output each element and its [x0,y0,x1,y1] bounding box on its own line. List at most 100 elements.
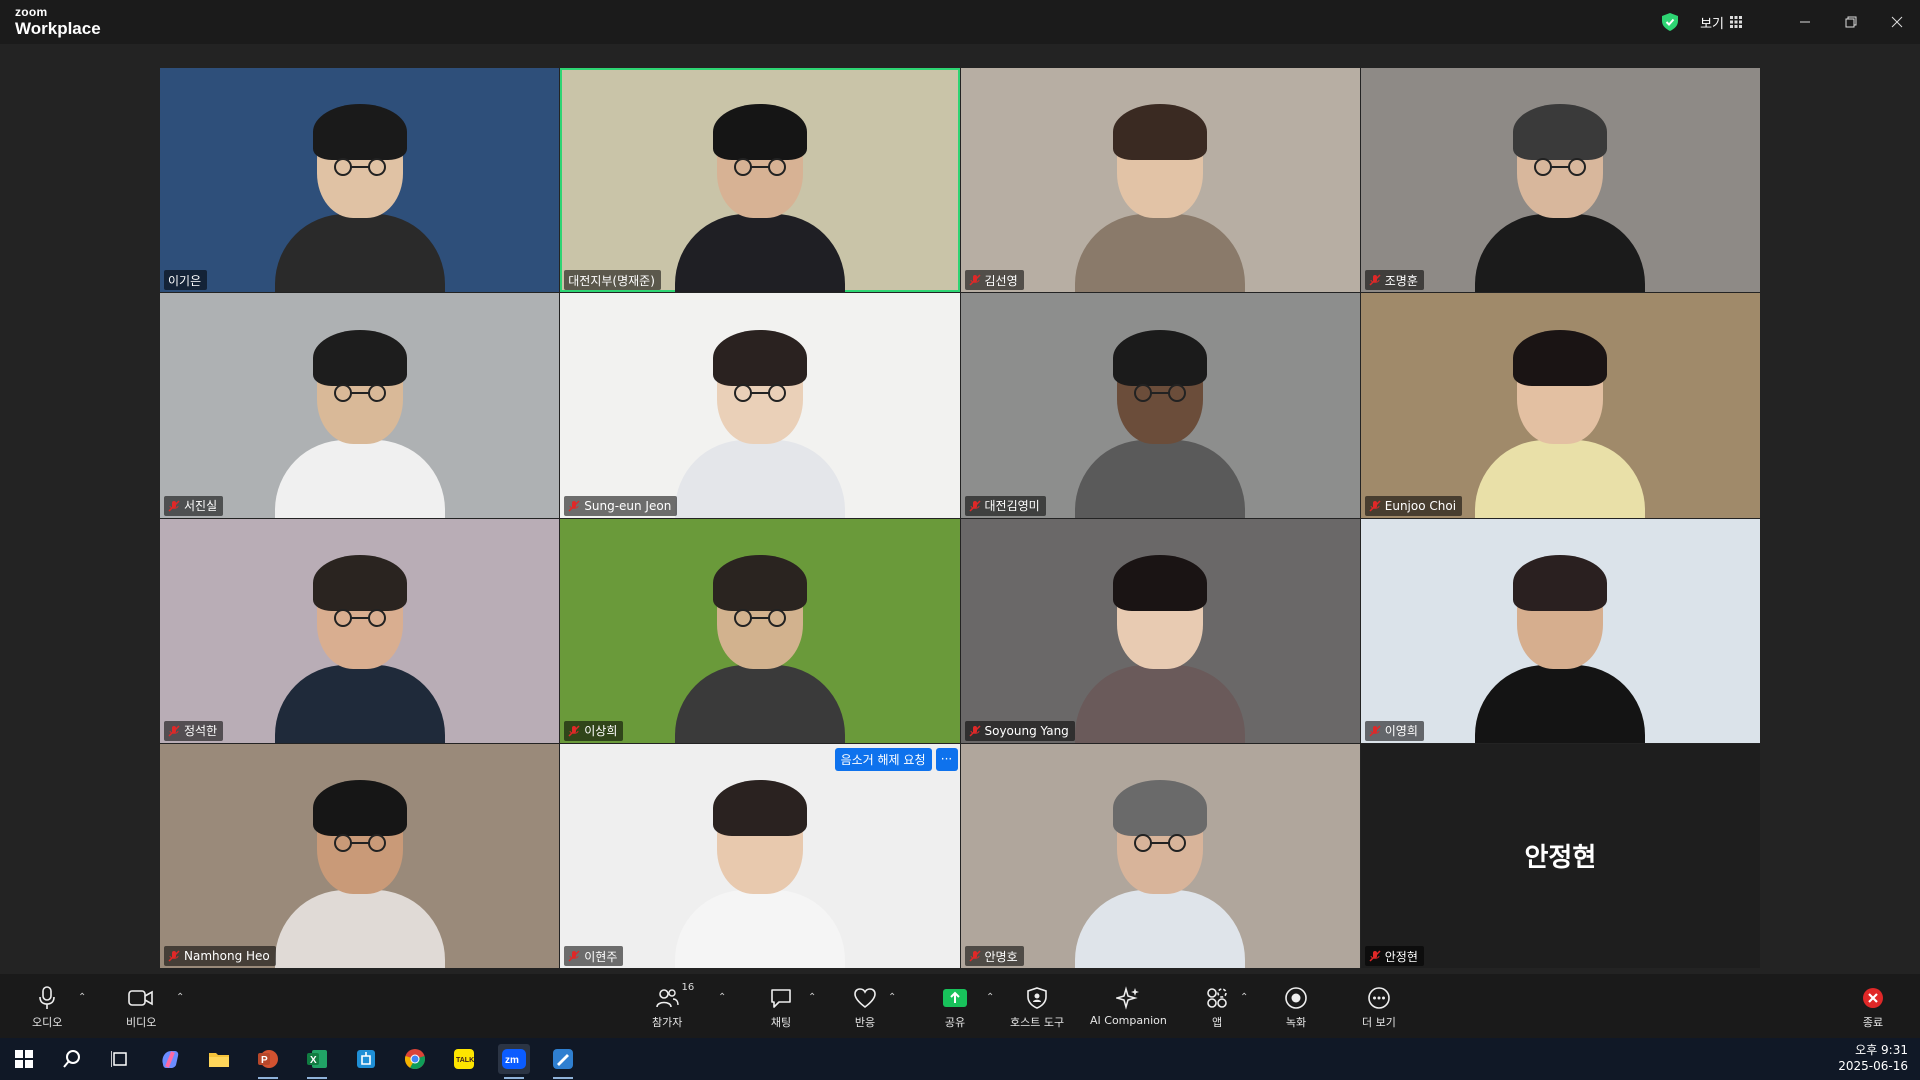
participant-video-silhouette [1075,318,1246,518]
taskbar-app-editor[interactable] [547,1044,579,1079]
minimize-icon [1800,21,1810,23]
participant-tile[interactable]: 이상희 [560,518,960,743]
participant-tile[interactable]: 조명훈 [1360,68,1760,293]
meeting-stage: 이기은 대전지부(명재준) 김선영 조명훈서진실 Sung-eun Jeon 대전김영미 E… [0,44,1920,974]
system-clock[interactable]: 오후 9:31 2025-06-16 [1838,1042,1908,1074]
end-meeting-button[interactable]: 종료 [1858,984,1888,1030]
apps-options-caret[interactable]: ⌃ [1240,992,1248,1003]
more-label: 더 보기 [1362,1016,1396,1029]
participant-video-silhouette [1075,92,1246,293]
participant-name: 대전지부(명재준) [568,273,655,288]
participant-name-tag: 조명훈 [1364,270,1424,291]
participant-video-silhouette [274,768,445,968]
ai-companion-button[interactable]: AI Companion [1090,984,1167,1027]
ai-companion-label: AI Companion [1090,1014,1167,1027]
participant-tile[interactable]: 이영희 [1360,518,1760,743]
participant-tile[interactable]: 안명호 [960,743,1360,968]
muted-mic-icon [1369,274,1381,286]
audio-button[interactable]: 오디오 [32,984,62,1030]
participants-label: 참가자 [652,1016,683,1029]
record-button[interactable]: 녹화 [1281,984,1311,1030]
participant-tile[interactable]: 대전김영미 [960,293,1360,518]
brand-bottom: Workplace [15,19,101,38]
reactions-label: 반응 [854,1016,876,1029]
taskbar-excel[interactable]: X [301,1044,333,1079]
taskbar-kakaotalk[interactable]: TALK [448,1044,480,1074]
taskbar-app-blue[interactable] [350,1044,382,1074]
chat-label: 채팅 [770,1016,792,1029]
participant-name: 서진실 [184,499,218,513]
ask-to-unmute-button[interactable]: 음소거 해제 요청 [834,747,932,771]
chat-button[interactable]: 채팅 [766,984,796,1030]
tile-more-options-button[interactable]: ··· [935,747,958,771]
host-shield-icon [1027,987,1047,1009]
participant-tile[interactable]: 서진실 [160,293,560,518]
muted-mic-icon [568,725,580,737]
apps-button[interactable]: 앱 [1202,984,1232,1030]
taskbar-chrome[interactable] [399,1044,431,1074]
participant-name-tag: 이현주 [564,946,624,966]
participant-tile[interactable]: 이기은 [160,68,560,293]
encryption-shield-icon[interactable] [1662,13,1679,31]
participant-video-silhouette [1475,318,1646,518]
copilot-icon [162,1051,179,1068]
participant-name: Namhong Heo [184,949,270,963]
participant-name: 정석한 [184,724,218,739]
participant-video-silhouette [674,318,845,518]
taskbar-powerpoint[interactable]: P [252,1044,284,1079]
zoom-logo: zoom Workplace [15,6,101,37]
share-button[interactable]: 공유 [940,984,970,1030]
windows-taskbar: P X TALK zm 오후 9:31 2025-06-16 [0,1038,1920,1080]
folder-icon [209,1053,229,1067]
participant-tile[interactable]: 김선영 [960,68,1360,293]
apps-label: 앱 [1211,1016,1223,1029]
share-label: 공유 [944,1016,966,1029]
participant-name: Soyoung Yang [984,723,1069,738]
chat-options-caret[interactable]: ⌃ [808,992,816,1003]
participant-tile[interactable]: 대전지부(명재준) [560,68,960,293]
muted-mic-icon [1369,950,1381,962]
participant-tile[interactable]: Soyoung Yang [960,518,1360,743]
app-icon [357,1050,375,1068]
close-button[interactable] [1874,0,1920,44]
participants-options-caret[interactable]: ⌃ [718,992,726,1003]
more-button[interactable]: 더 보기 [1362,984,1396,1030]
chat-icon [771,989,791,1008]
participant-tile[interactable]: Eunjoo Choi [1360,293,1760,518]
minimize-button[interactable] [1782,0,1828,44]
reactions-button[interactable]: 반응 [850,984,880,1030]
svg-text:zm: zm [505,1055,519,1066]
participant-tile[interactable]: Namhong Heo [160,743,560,968]
apps-icon [1207,988,1227,1008]
participants-button[interactable]: 16 참가자 [652,982,694,1030]
windows-start-button[interactable] [8,1044,40,1074]
participant-tile[interactable]: 안정현 안정현 [1360,743,1760,968]
meeting-toolbar: 오디오 ⌃ 비디오 ⌃ 16 참가자 ⌃ 채팅 ⌃ 반응 ⌃ 공유 ⌃ 호스트 … [0,974,1920,1038]
restore-button[interactable] [1828,0,1874,44]
taskbar-file-explorer[interactable] [203,1044,235,1074]
participant-tile[interactable]: 정석한 [160,518,560,743]
audio-options-caret[interactable]: ⌃ [78,992,86,1003]
participant-video-silhouette [1475,543,1646,743]
video-options-caret[interactable]: ⌃ [176,992,184,1003]
participant-tile[interactable]: Sung-eun Jeon [560,293,960,518]
muted-mic-icon [1369,725,1381,737]
view-button[interactable]: 보기 [1700,13,1742,32]
participant-tile[interactable]: 이현주 음소거 해제 요청 ··· [560,743,960,968]
taskbar-copilot[interactable] [154,1044,186,1074]
host-tools-button[interactable]: 호스트 도구 [1010,984,1064,1030]
reactions-options-caret[interactable]: ⌃ [888,992,896,1003]
share-screen-icon [943,989,967,1007]
taskbar-zoom[interactable]: zm [498,1044,530,1079]
search-button[interactable] [56,1044,88,1074]
share-options-caret[interactable]: ⌃ [986,992,994,1003]
participant-name: 이현주 [584,949,618,964]
muted-mic-icon [1369,499,1381,512]
task-view-button[interactable] [104,1044,136,1074]
heart-icon [854,988,876,1009]
end-call-icon [1863,988,1883,1008]
video-button[interactable]: 비디오 [126,984,156,1030]
participant-name-tag: 김선영 [964,270,1024,291]
participant-name: 안정현 [1384,949,1418,964]
kakaotalk-icon: TALK [454,1049,474,1069]
